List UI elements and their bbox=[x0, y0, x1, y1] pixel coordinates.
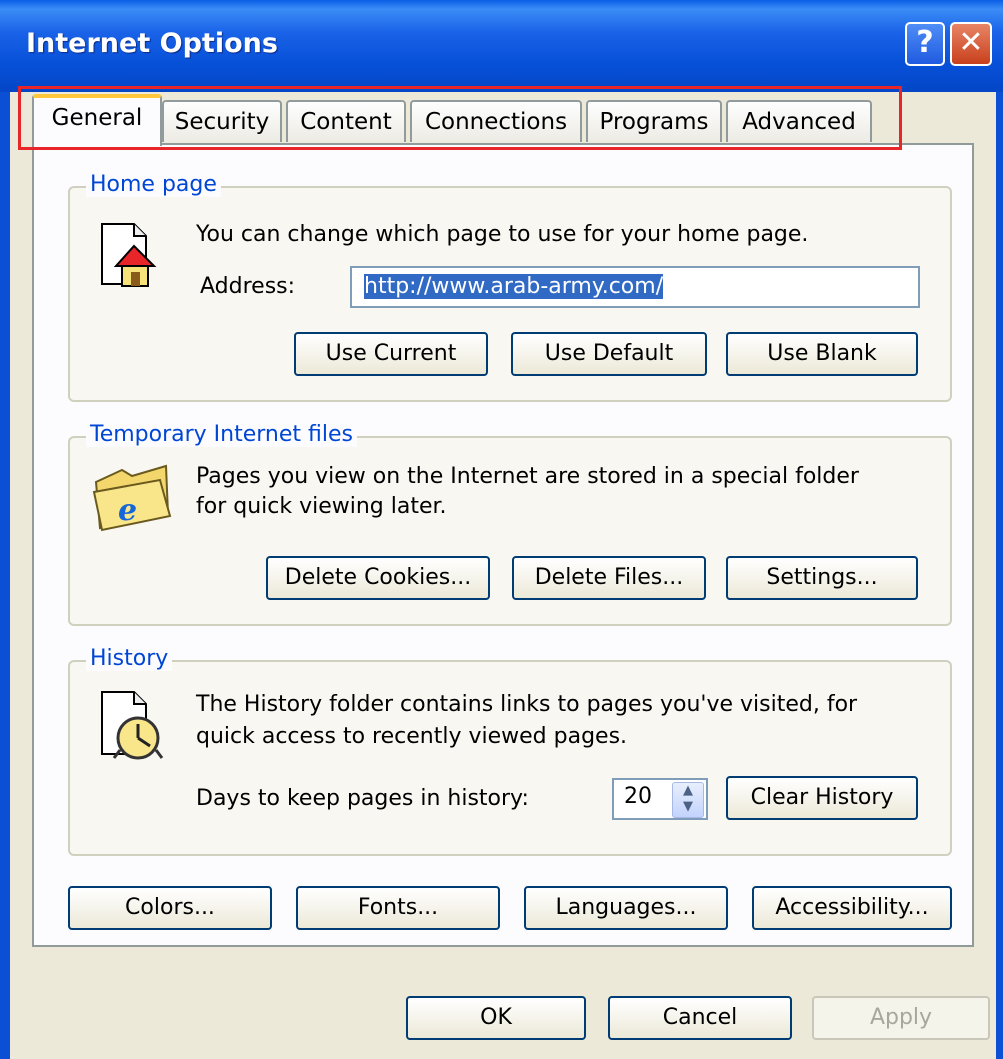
address-value: http://www.arab-army.com/ bbox=[364, 274, 664, 299]
help-icon: ? bbox=[916, 25, 934, 60]
days-to-keep-stepper[interactable]: 20 ▲ ▼ bbox=[612, 778, 708, 820]
cancel-button[interactable]: Cancel bbox=[608, 996, 792, 1040]
tab-general[interactable]: General bbox=[32, 94, 162, 146]
home-page-icon bbox=[101, 223, 157, 287]
history-description-line1: The History folder contains links to pag… bbox=[196, 692, 858, 717]
use-blank-button[interactable]: Use Blank bbox=[726, 332, 918, 376]
window-border-right bbox=[996, 92, 1003, 1059]
history-description-line2: quick access to recently viewed pages. bbox=[196, 724, 628, 749]
temp-files-description-line1: Pages you view on the Internet are store… bbox=[196, 464, 859, 489]
window-title: Internet Options bbox=[26, 28, 278, 59]
close-icon: ✕ bbox=[958, 25, 984, 60]
days-to-keep-label: Days to keep pages in history: bbox=[196, 786, 529, 811]
tab-content[interactable]: Content bbox=[286, 100, 406, 142]
window-border-left bbox=[0, 92, 10, 1059]
fonts-button[interactable]: Fonts... bbox=[296, 886, 500, 930]
help-button[interactable]: ? bbox=[905, 22, 945, 66]
tab-advanced[interactable]: Advanced bbox=[726, 100, 872, 142]
ie-folder-icon: e bbox=[92, 464, 172, 532]
apply-button[interactable]: Apply bbox=[812, 996, 990, 1040]
delete-cookies-button[interactable]: Delete Cookies... bbox=[266, 556, 490, 600]
days-to-keep-value: 20 bbox=[624, 784, 652, 809]
settings-button[interactable]: Settings... bbox=[726, 556, 918, 600]
tab-security[interactable]: Security bbox=[162, 100, 282, 142]
temp-files-description-line2: for quick viewing later. bbox=[196, 494, 447, 519]
use-current-button[interactable]: Use Current bbox=[294, 332, 488, 376]
ok-button[interactable]: OK bbox=[406, 996, 586, 1040]
clear-history-button[interactable]: Clear History bbox=[726, 776, 918, 820]
address-label: Address: bbox=[200, 274, 296, 299]
history-group-label: History bbox=[86, 646, 173, 671]
delete-files-button[interactable]: Delete Files... bbox=[512, 556, 706, 600]
tab-programs[interactable]: Programs bbox=[586, 100, 722, 142]
temp-files-group-label: Temporary Internet files bbox=[86, 422, 357, 447]
history-clock-icon bbox=[101, 691, 164, 760]
home-page-description: You can change which page to use for you… bbox=[196, 222, 809, 247]
spin-arrows-icon[interactable]: ▲ ▼ bbox=[672, 782, 704, 818]
home-page-group-label: Home page bbox=[86, 172, 221, 197]
address-input[interactable]: http://www.arab-army.com/ bbox=[350, 266, 920, 308]
close-button[interactable]: ✕ bbox=[950, 22, 992, 66]
use-default-button[interactable]: Use Default bbox=[511, 332, 707, 376]
colors-button[interactable]: Colors... bbox=[68, 886, 272, 930]
tab-connections[interactable]: Connections bbox=[410, 100, 582, 142]
accessibility-button[interactable]: Accessibility... bbox=[752, 886, 952, 930]
svg-text:e: e bbox=[118, 493, 137, 528]
languages-button[interactable]: Languages... bbox=[524, 886, 728, 930]
title-bar[interactable]: Internet Options ? ✕ bbox=[0, 0, 1003, 92]
